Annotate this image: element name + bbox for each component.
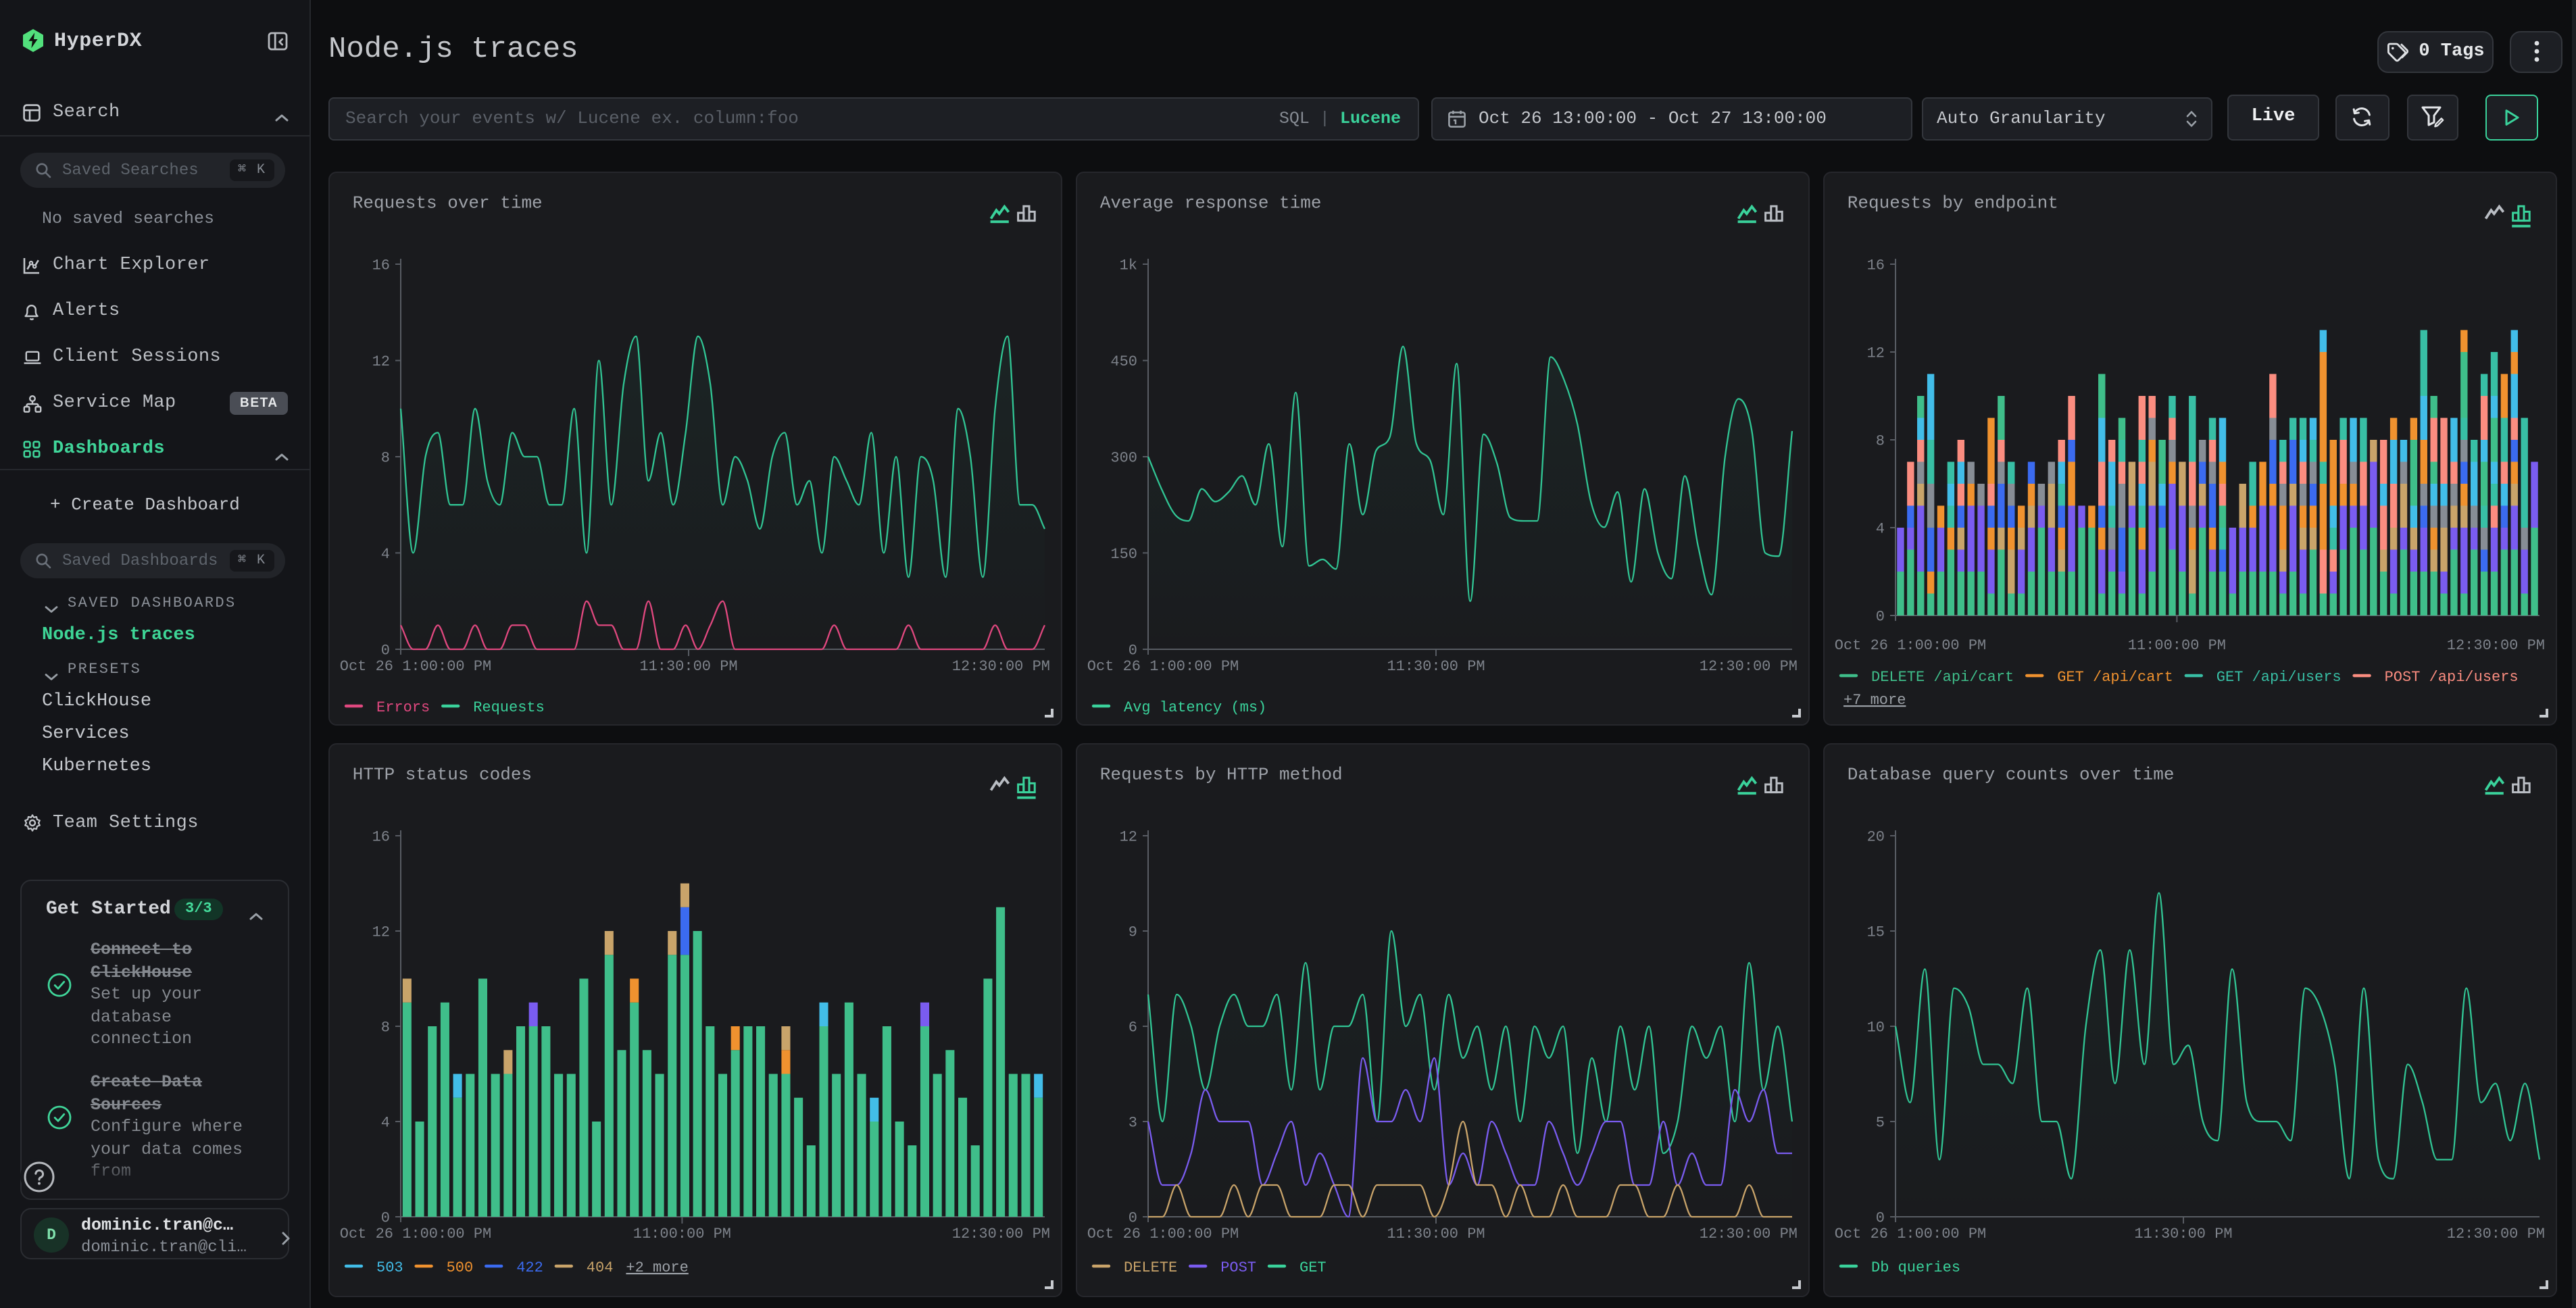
svg-text:Oct 26 1:00:00 PM: Oct 26 1:00:00 PM [1834,1225,1985,1242]
svg-text:Requests by endpoint: Requests by endpoint [1847,193,2058,213]
svg-text:0: 0 [1875,608,1884,625]
svg-text:Requests: Requests [472,699,544,715]
svg-text:450: 450 [1110,353,1137,370]
svg-text:12:30:00 PM: 12:30:00 PM [1699,1225,1797,1242]
svg-text:300: 300 [1110,449,1137,466]
svg-text:11:00:00 PM: 11:00:00 PM [633,1225,730,1242]
svg-text:10: 10 [1866,1019,1884,1036]
svg-text:11:00:00 PM: 11:00:00 PM [2127,636,2225,653]
svg-text:12:30:00 PM: 12:30:00 PM [951,657,1049,674]
svg-text:1k: 1k [1119,257,1137,274]
svg-text:8: 8 [380,1019,389,1036]
svg-text:12: 12 [372,353,389,370]
svg-text:Oct 26 1:00:00 PM: Oct 26 1:00:00 PM [339,1225,491,1242]
svg-text:404: 404 [586,1259,613,1276]
svg-text:Oct 26 1:00:00 PM: Oct 26 1:00:00 PM [1834,636,1985,653]
svg-text:Requests by HTTP method: Requests by HTTP method [1099,764,1342,784]
svg-text:422: 422 [516,1259,543,1276]
svg-text:6: 6 [1128,1019,1137,1036]
svg-text:GET /api/cart: GET /api/cart [2056,668,2173,685]
svg-text:Db queries: Db queries [1871,1259,1960,1276]
svg-text:Oct 26 1:00:00 PM: Oct 26 1:00:00 PM [1087,657,1238,674]
svg-text:Avg latency (ms): Avg latency (ms) [1123,699,1266,715]
svg-text:12:30:00 PM: 12:30:00 PM [2446,636,2544,653]
svg-text:Errors: Errors [376,699,429,715]
svg-text:150: 150 [1110,545,1137,562]
svg-text:500: 500 [446,1259,473,1276]
svg-text:Oct 26 1:00:00 PM: Oct 26 1:00:00 PM [339,657,491,674]
svg-text:GET: GET [1299,1259,1326,1276]
svg-text:4: 4 [380,1114,389,1131]
svg-text:503: 503 [376,1259,403,1276]
svg-text:12:30:00 PM: 12:30:00 PM [2446,1225,2544,1242]
svg-text:11:30:00 PM: 11:30:00 PM [2133,1225,2231,1242]
svg-text:11:30:00 PM: 11:30:00 PM [639,657,737,674]
svg-text:12: 12 [1119,828,1137,845]
svg-text:16: 16 [372,257,389,274]
svg-text:POST /api/users: POST /api/users [2384,668,2518,685]
svg-text:POST: POST [1220,1259,1256,1276]
svg-text:Requests over time: Requests over time [352,193,542,213]
svg-text:15: 15 [1866,924,1884,940]
svg-text:DELETE: DELETE [1123,1259,1176,1276]
svg-text:0: 0 [1128,642,1137,659]
svg-text:12:30:00 PM: 12:30:00 PM [1699,657,1797,674]
svg-text:8: 8 [380,449,389,466]
svg-text:HTTP status codes: HTTP status codes [352,764,531,784]
svg-text:GET /api/users: GET /api/users [2216,668,2341,685]
svg-text:Average response time: Average response time [1099,193,1321,213]
svg-text:12: 12 [1866,345,1884,361]
svg-text:16: 16 [1866,257,1884,274]
svg-text:12:30:00 PM: 12:30:00 PM [951,1225,1049,1242]
svg-text:+2 more: +2 more [625,1259,687,1276]
svg-text:0: 0 [1875,1209,1884,1226]
svg-text:3: 3 [1128,1114,1137,1131]
svg-text:0: 0 [1128,1209,1137,1226]
svg-text:8: 8 [1875,432,1884,449]
svg-text:11:30:00 PM: 11:30:00 PM [1386,1225,1484,1242]
svg-text:DELETE /api/cart: DELETE /api/cart [1871,668,2013,685]
svg-text:4: 4 [380,545,389,562]
svg-text:0: 0 [380,642,389,659]
svg-text:16: 16 [372,828,389,845]
svg-text:5: 5 [1875,1114,1884,1131]
svg-text:0: 0 [380,1209,389,1226]
svg-text:11:30:00 PM: 11:30:00 PM [1386,657,1484,674]
svg-text:20: 20 [1866,828,1884,845]
svg-text:9: 9 [1128,924,1137,940]
svg-text:Database query counts over tim: Database query counts over time [1847,764,2174,784]
svg-text:12: 12 [372,924,389,940]
svg-text:+7 more: +7 more [1843,691,1905,708]
svg-text:4: 4 [1875,520,1884,537]
svg-text:Oct 26 1:00:00 PM: Oct 26 1:00:00 PM [1087,1225,1238,1242]
